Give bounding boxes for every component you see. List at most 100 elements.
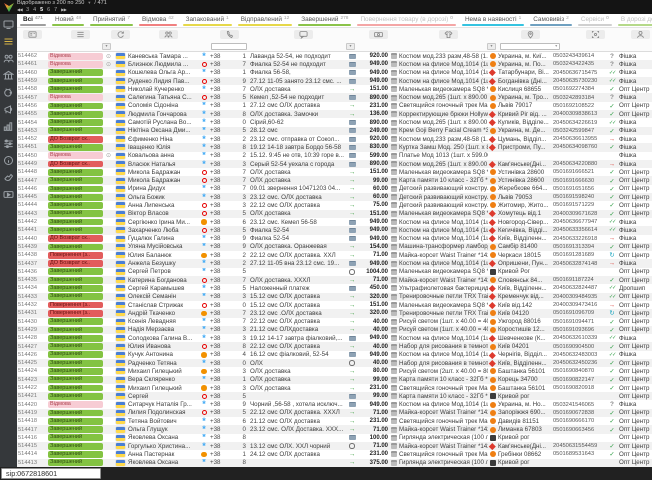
customer-phone[interactable]: +381: [209, 69, 249, 77]
customer-phone[interactable]: +383: [209, 293, 249, 301]
table-row[interactable]: 514425ЗавершенийРадченко Тетяна*+380ОЛХ4…: [17, 359, 652, 367]
tracking-number[interactable]: 20450636677947: [552, 218, 606, 226]
customer-phone[interactable]: +387: [209, 276, 249, 284]
table-row[interactable]: 514429ЗавершенийНадія Мерзаєва*+38321.12…: [17, 326, 652, 334]
table-row[interactable]: 514435ЗавершенийКатерина Богданова+387ОЛ…: [17, 276, 652, 284]
customer-phone[interactable]: +383: [209, 442, 249, 450]
table-row[interactable]: 514462Відмова⊙Каневська Тамара ...*+381Л…: [17, 52, 652, 60]
tracking-number[interactable]: 20400309838613: [552, 110, 606, 118]
sidebar-item-screen[interactable]: [0, 17, 17, 34]
sidebar-item-bank[interactable]: [0, 68, 17, 85]
tracking-number[interactable]: 0501691096709: [552, 309, 606, 317]
tracking-number[interactable]: 0501691571229: [552, 201, 606, 209]
table-row[interactable]: 514427ЗавершенийЮлия Иванова+38822.12 см…: [17, 342, 652, 350]
column-header-customer[interactable]: [127, 28, 209, 41]
tab-11[interactable]: В дорозі додому0: [615, 14, 652, 27]
table-row[interactable]: 514424ЗавершенийМихаил Гилецький+383ОЛХ …: [17, 367, 652, 375]
table-row[interactable]: 514417ЗавершенийОльга Глущук*+38023.12 с…: [17, 425, 652, 433]
tracking-number[interactable]: 20450631554459: [552, 442, 606, 450]
tab-10[interactable]: Сервіси0: [575, 14, 615, 27]
column-header-status[interactable]: [47, 28, 113, 41]
tracking-number[interactable]: 20450633226918: [552, 235, 606, 243]
tracking-number[interactable]: [552, 459, 606, 467]
customer-phone[interactable]: +383: [209, 201, 249, 209]
tab-8[interactable]: Нема в наявності1: [459, 14, 527, 27]
table-row[interactable]: 514449ДО Возврат ск..Власюк Наталья*+383…: [17, 160, 652, 168]
table-row[interactable]: 514452ДО Возврат ск..Єфименко Ніна*+3822…: [17, 135, 652, 143]
table-row[interactable]: 514437ДО Возврат ск..Анжела Безушку*+382…: [17, 259, 652, 267]
tracking-number[interactable]: 0501691094471: [552, 318, 606, 326]
tracking-number[interactable]: 0501689531643: [552, 450, 606, 458]
customer-phone[interactable]: +382: [209, 259, 249, 267]
table-row[interactable]: 514418ЗавершенийТетяна Войтович*+38621.1…: [17, 417, 652, 425]
sidebar-item-sliders[interactable]: [0, 136, 17, 153]
tracking-number[interactable]: [552, 434, 606, 442]
table-row[interactable]: 514432Повернення (з..Станіслав Стрижак+3…: [17, 301, 652, 309]
customer-phone[interactable]: +388: [209, 459, 249, 467]
sidebar-item-stats[interactable]: [0, 119, 17, 136]
customer-phone[interactable]: +385: [209, 409, 249, 417]
customer-phone[interactable]: +385: [209, 268, 249, 276]
customer-phone[interactable]: +387: [209, 309, 249, 317]
table-row[interactable]: 514415ЗавершенийГоргулько Христина...*+3…: [17, 442, 652, 450]
table-row[interactable]: 514421ЗавершенийСергей+38599.00Карта пам…: [17, 392, 652, 400]
table-row[interactable]: 514414ЗавершенийАнна Пастернак+38124.12 …: [17, 450, 652, 458]
sidebar-item-info[interactable]: [0, 153, 17, 170]
customer-phone[interactable]: +387: [209, 168, 249, 176]
app-logo[interactable]: [0, 0, 17, 14]
table-row[interactable]: 514428ЗавершенийСолодкова Галина В...*+3…: [17, 334, 652, 342]
table-row[interactable]: 514423ЗавершенийВера Скляренко*+381ОЛХ д…: [17, 376, 652, 384]
tracking-number[interactable]: 0501690822147: [552, 376, 606, 384]
customer-phone[interactable]: +385: [209, 93, 249, 101]
table-row[interactable]: 514450Відмова⊙Ковальова анна*+38215.12. …: [17, 152, 652, 160]
column-header-id[interactable]: [17, 28, 47, 41]
tracking-number[interactable]: 0503241546065: [552, 400, 606, 408]
tab-9[interactable]: Самовивіз2: [527, 14, 575, 27]
sidebar-item-finance[interactable]: [0, 85, 17, 102]
customer-phone[interactable]: +382: [209, 135, 249, 143]
tab-6[interactable]: Завершений278: [295, 14, 354, 27]
customer-phone[interactable]: +385: [209, 284, 249, 292]
customer-phone[interactable]: +380: [209, 425, 249, 433]
tracking-number[interactable]: 0503243439614: [552, 52, 606, 60]
table-row[interactable]: 514455ЗавершенийЛюдмила Гончарова*+388ОЛ…: [17, 110, 652, 118]
prev-page-button[interactable]: ◀◀: [17, 7, 22, 14]
tracking-number[interactable]: [552, 152, 606, 160]
page-number[interactable]: 4: [33, 7, 36, 14]
table-row[interactable]: 514456ЗавершенийСоломія Сідоніна*+38127.…: [17, 102, 652, 110]
customer-phone[interactable]: +384: [209, 351, 249, 359]
table-row[interactable]: 514445ЗавершенийОльга Божик*+38323.12 см…: [17, 193, 652, 201]
customer-phone[interactable]: +389: [209, 235, 249, 243]
table-row[interactable]: 514458ЗавершенийНиколай Кучеренко*+387ОЛ…: [17, 85, 652, 93]
page-size-dropdown[interactable]: ▼: [87, 0, 91, 7]
tracking-number[interactable]: 0501690672838: [552, 409, 606, 417]
customer-phone[interactable]: +385: [209, 210, 249, 218]
customer-phone[interactable]: +387: [209, 176, 249, 184]
filter-dropdown[interactable]: ▼: [102, 43, 111, 50]
tracking-number[interactable]: 20450634098760: [552, 143, 606, 151]
page-number[interactable]: 7: [54, 7, 57, 14]
page-number[interactable]: 6: [47, 7, 50, 14]
tracking-number[interactable]: [552, 268, 606, 276]
filter-dropdown[interactable]: ▼: [346, 43, 355, 50]
table-row[interactable]: 514460ЗавершенийКошелева Ольга Ар...*+38…: [17, 69, 652, 77]
customer-phone[interactable]: +383: [209, 384, 249, 392]
tracking-number[interactable]: 0501691313394: [552, 243, 606, 251]
table-row[interactable]: 514442ЗавершенийСергіюнко Ірина Ми...+38…: [17, 218, 652, 226]
tracking-number[interactable]: 20450634220880: [552, 160, 606, 168]
customer-phone[interactable]: +381: [209, 52, 249, 60]
table-row[interactable]: 514422ЗавершенийМихаил Гилецький+383ОЛХ …: [17, 384, 652, 392]
customer-phone[interactable]: +380: [209, 359, 249, 367]
next-page-button[interactable]: ▶▶: [61, 7, 66, 14]
table-row[interactable]: 514439ЗавершенийУляна Мусійовська*+389ОЛ…: [17, 243, 652, 251]
customer-phone[interactable]: +382: [209, 251, 249, 259]
table-row[interactable]: 514420ВідмоваСитарчук Наталія Гр...*+389…: [17, 400, 652, 408]
tracking-number[interactable]: 20450632824487: [552, 284, 606, 292]
sidebar-item-orders[interactable]: [0, 34, 17, 51]
table-row[interactable]: 514413ЗавершенийЯковлева Оксана*+388→375…: [17, 459, 652, 467]
tracking-number[interactable]: 20450633356614: [552, 226, 606, 234]
filter-input[interactable]: ▼: [500, 43, 560, 50]
customer-phone[interactable]: +388: [209, 110, 249, 118]
table-row[interactable]: 514441ЗавершенийЗахарченко Люба+385Фиалк…: [17, 226, 652, 234]
table-row[interactable]: 514446ЗавершенийИрина Дидух*+38709.01 зв…: [17, 185, 652, 193]
